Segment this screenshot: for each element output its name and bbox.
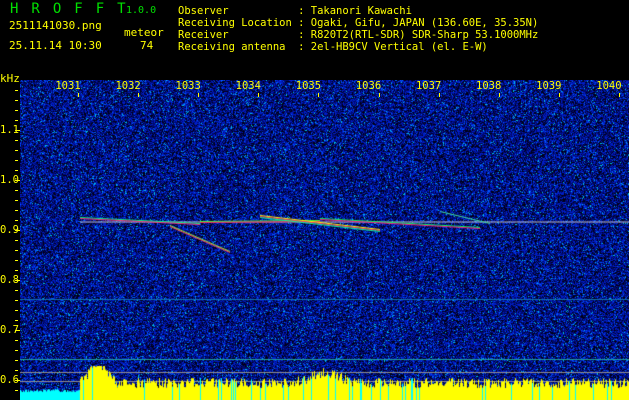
y-tick [15, 150, 18, 151]
y-tick [15, 350, 18, 351]
x-tick-label: 1038 [476, 80, 502, 92]
y-tick [15, 390, 18, 391]
y-tick [15, 190, 18, 191]
y-tick-label: 0.8 [0, 274, 19, 286]
info-label: Receiving Location [178, 17, 299, 29]
x-tick [558, 93, 560, 97]
info-receiver: Receiver : R820T2(RTL-SDR) SDR-Sharp 53.… [178, 29, 538, 41]
info-label: Receiver [178, 29, 299, 41]
x-tick-label: 1031 [55, 80, 81, 92]
y-tick [15, 210, 18, 211]
y-tick [15, 110, 18, 111]
y-tick [15, 170, 18, 171]
x-tick-label: 1033 [175, 80, 201, 92]
info-antenna: Receiving antenna : 2el-HB9CV Vertical (… [178, 41, 488, 53]
x-tick-label: 1034 [235, 80, 261, 92]
y-tick-label: 1.1 [0, 124, 19, 136]
y-tick [15, 230, 20, 231]
y-tick-label: 0.7 [0, 324, 19, 336]
y-tick [15, 330, 20, 331]
y-tick [15, 340, 18, 341]
y-tick [15, 380, 20, 381]
y-tick [15, 90, 18, 91]
info-location: Receiving Location : Ogaki, Gifu, JAPAN … [178, 17, 538, 29]
info-observer: Observer : Takanori Kawachi [178, 5, 412, 17]
info-label: Observer [178, 5, 299, 17]
y-tick [15, 240, 18, 241]
x-tick [438, 93, 440, 97]
y-tick-label: 0.6 [0, 374, 19, 386]
x-tick [138, 93, 140, 97]
y-tick [15, 120, 18, 121]
x-tick-label: 1039 [536, 80, 562, 92]
y-tick [15, 160, 18, 161]
y-tick [15, 220, 18, 221]
y-axis-label: kHz [0, 72, 20, 85]
filename: 2511141030.png [9, 19, 102, 32]
y-tick [15, 180, 20, 181]
y-tick [15, 280, 20, 281]
info-label: Receiving antenna [178, 41, 299, 53]
x-tick [378, 93, 380, 97]
y-tick [15, 270, 18, 271]
x-tick-label: 1035 [295, 80, 322, 92]
x-tick-label: 1036 [355, 80, 382, 92]
version: 1.0.0 [126, 5, 157, 16]
x-tick [318, 93, 320, 97]
x-tick [198, 93, 200, 97]
x-tick-label: 1037 [415, 80, 442, 92]
x-tick [258, 93, 260, 97]
y-tick-label: 1.0 [0, 174, 19, 186]
info-value: : Ogaki, Gifu, JAPAN (136.60E, 35.35N) [298, 17, 539, 29]
info-value: : Takanori Kawachi [298, 5, 412, 17]
meteor-label: meteor [124, 26, 164, 39]
y-tick [15, 140, 18, 141]
y-tick [15, 260, 18, 261]
y-tick [15, 310, 18, 311]
y-tick [15, 130, 20, 131]
y-tick [15, 100, 18, 101]
x-tick [78, 93, 79, 97]
meteor-count: 74 [140, 39, 154, 52]
info-value: : R820T2(RTL-SDR) SDR-Sharp 53.1000MHz [298, 29, 539, 41]
x-tick-label: 1040 [596, 80, 622, 92]
info-value: : 2el-HB9CV Vertical (el. E-W) [298, 41, 488, 53]
x-tick-label: 1032 [115, 80, 141, 92]
x-tick [498, 93, 500, 97]
y-tick [15, 300, 18, 301]
x-tick [618, 93, 620, 97]
datetime: 25.11.14 10:30 [9, 39, 102, 52]
y-tick [15, 320, 18, 321]
y-tick [15, 200, 18, 201]
y-tick [15, 290, 18, 291]
y-tick [15, 250, 18, 251]
y-tick [15, 370, 18, 371]
y-tick-label: 0.9 [0, 224, 19, 236]
y-tick [15, 360, 18, 361]
app-title: HROFFT [10, 1, 139, 17]
spectrogram [20, 80, 629, 400]
